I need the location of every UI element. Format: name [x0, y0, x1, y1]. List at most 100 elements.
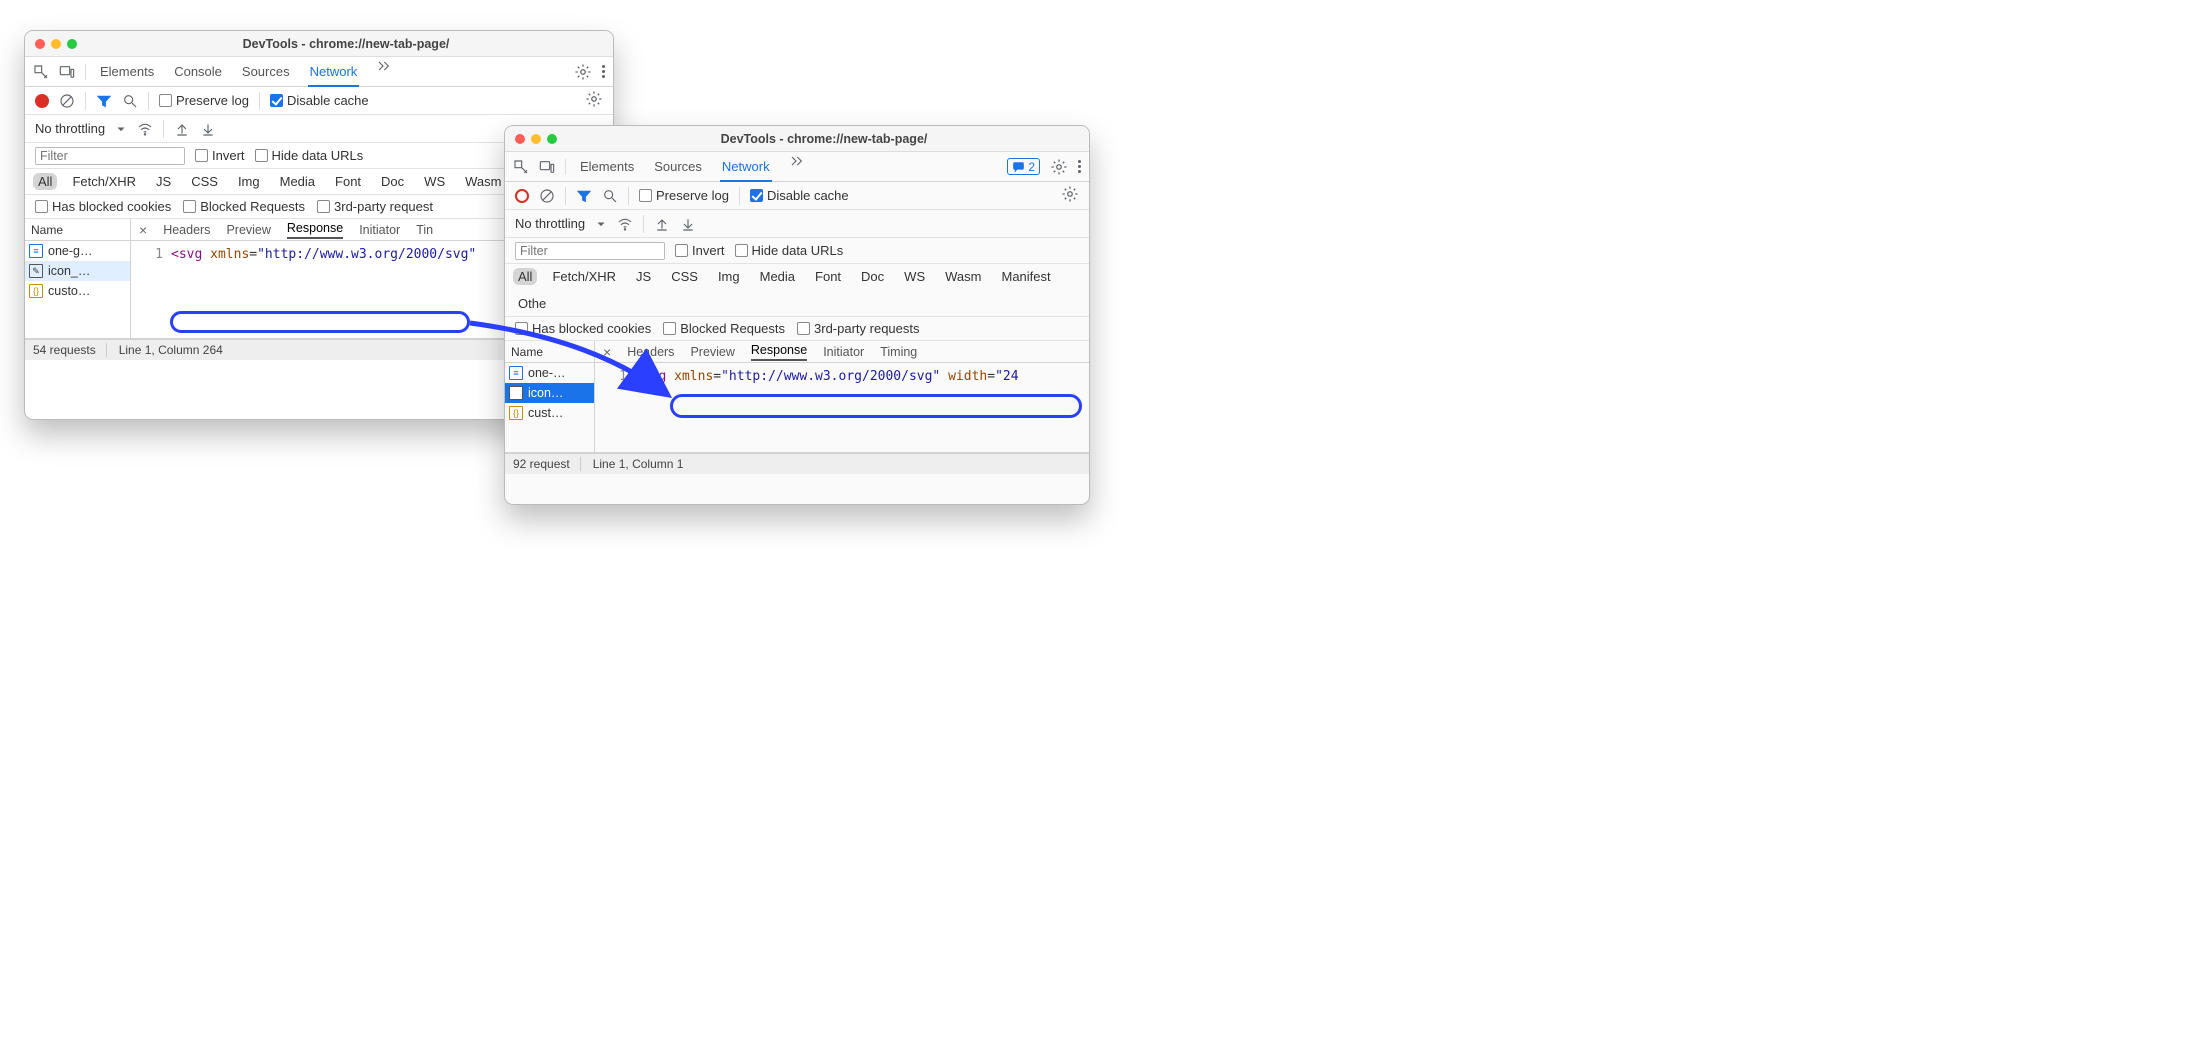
name-column-header[interactable]: Name	[25, 219, 130, 241]
tab-elements[interactable]: Elements	[578, 153, 636, 181]
close-details-icon[interactable]: ×	[139, 222, 147, 238]
issues-badge[interactable]: 2	[1007, 158, 1040, 175]
disable-cache-checkbox[interactable]: Disable cache	[270, 93, 369, 108]
inspect-icon[interactable]	[33, 64, 49, 80]
gear-icon[interactable]	[1050, 158, 1068, 176]
type-fetch-xhr[interactable]: Fetch/XHR	[67, 173, 141, 190]
table-row[interactable]: ✎icon…	[505, 383, 594, 403]
throttling-select[interactable]: No throttling	[35, 121, 105, 136]
tab-console[interactable]: Console	[172, 58, 224, 86]
caret-down-icon[interactable]	[595, 218, 607, 230]
close-icon[interactable]	[515, 134, 525, 144]
throttling-select[interactable]: No throttling	[515, 216, 585, 231]
download-icon[interactable]	[200, 121, 216, 137]
filter-icon[interactable]	[96, 93, 112, 109]
type-wasm[interactable]: Wasm	[460, 173, 506, 190]
tab-sources[interactable]: Sources	[652, 153, 704, 181]
disable-cache-checkbox[interactable]: Disable cache	[750, 188, 849, 203]
type-doc[interactable]: Doc	[376, 173, 409, 190]
close-details-icon[interactable]: ×	[603, 344, 611, 360]
zoom-icon[interactable]	[547, 134, 557, 144]
minimize-icon[interactable]	[51, 39, 61, 49]
search-icon[interactable]	[602, 188, 618, 204]
detail-tab-preview[interactable]: Preview	[226, 223, 270, 237]
close-icon[interactable]	[35, 39, 45, 49]
detail-tab-headers[interactable]: Headers	[163, 223, 210, 237]
device-toggle-icon[interactable]	[539, 159, 555, 175]
table-row[interactable]: ≡one-g…	[25, 241, 130, 261]
inspect-icon[interactable]	[513, 159, 529, 175]
tab-sources[interactable]: Sources	[240, 58, 292, 86]
type-manifest[interactable]: Manifest	[996, 268, 1055, 285]
name-column-header[interactable]: Name	[505, 341, 594, 363]
download-icon[interactable]	[680, 216, 696, 232]
wifi-icon[interactable]	[137, 121, 153, 137]
blocked-requests-checkbox[interactable]: Blocked Requests	[663, 321, 785, 336]
invert-checkbox[interactable]: Invert	[675, 243, 725, 258]
code-line[interactable]: <svg xmlns="http://www.w3.org/2000/svg" …	[635, 369, 1089, 384]
blocked-cookies-checkbox[interactable]: Has blocked cookies	[35, 199, 171, 214]
type-css[interactable]: CSS	[666, 268, 703, 285]
type-font[interactable]: Font	[810, 268, 846, 285]
thirdparty-checkbox[interactable]: 3rd-party requests	[797, 321, 920, 336]
preserve-log-checkbox[interactable]: Preserve log	[159, 93, 249, 108]
type-img[interactable]: Img	[233, 173, 265, 190]
filter-icon[interactable]	[576, 188, 592, 204]
clear-icon[interactable]	[59, 93, 75, 109]
detail-tab-response[interactable]: Response	[751, 343, 807, 361]
type-js[interactable]: JS	[151, 173, 176, 190]
blocked-requests-checkbox[interactable]: Blocked Requests	[183, 199, 305, 214]
filter-input[interactable]	[35, 147, 185, 165]
detail-tab-initiator[interactable]: Initiator	[823, 345, 864, 359]
table-row[interactable]: ✎icon_…	[25, 261, 130, 281]
preserve-log-checkbox[interactable]: Preserve log	[639, 188, 729, 203]
gear-icon[interactable]	[1061, 185, 1079, 203]
caret-down-icon[interactable]	[115, 123, 127, 135]
more-tabs-icon[interactable]	[375, 58, 391, 74]
more-tabs-icon[interactable]	[788, 153, 804, 169]
table-row[interactable]: {}cust…	[505, 403, 594, 423]
hide-data-urls-checkbox[interactable]: Hide data URLs	[735, 243, 844, 258]
gear-icon[interactable]	[585, 90, 603, 108]
device-toggle-icon[interactable]	[59, 64, 75, 80]
table-row[interactable]: {}custo…	[25, 281, 130, 301]
blocked-cookies-checkbox[interactable]: Has blocked cookies	[515, 321, 651, 336]
detail-tab-timing[interactable]: Tin	[416, 223, 433, 237]
table-row[interactable]: ≡one-…	[505, 363, 594, 383]
kebab-menu-icon[interactable]	[1078, 160, 1081, 173]
wifi-icon[interactable]	[617, 216, 633, 232]
clear-icon[interactable]	[539, 188, 555, 204]
gear-icon[interactable]	[574, 63, 592, 81]
record-icon[interactable]	[35, 94, 49, 108]
type-fetch-xhr[interactable]: Fetch/XHR	[547, 268, 621, 285]
type-all[interactable]: All	[513, 268, 537, 285]
type-ws[interactable]: WS	[419, 173, 450, 190]
detail-tab-timing[interactable]: Timing	[880, 345, 917, 359]
record-icon[interactable]	[515, 189, 529, 203]
thirdparty-checkbox[interactable]: 3rd-party request	[317, 199, 433, 214]
tab-elements[interactable]: Elements	[98, 58, 156, 86]
type-doc[interactable]: Doc	[856, 268, 889, 285]
zoom-icon[interactable]	[67, 39, 77, 49]
invert-checkbox[interactable]: Invert	[195, 148, 245, 163]
type-ws[interactable]: WS	[899, 268, 930, 285]
type-all[interactable]: All	[33, 173, 57, 190]
upload-icon[interactable]	[654, 216, 670, 232]
upload-icon[interactable]	[174, 121, 190, 137]
tab-network[interactable]: Network	[308, 58, 360, 87]
kebab-menu-icon[interactable]	[602, 65, 605, 78]
type-img[interactable]: Img	[713, 268, 745, 285]
tab-network[interactable]: Network	[720, 153, 772, 182]
filter-input[interactable]	[515, 242, 665, 260]
minimize-icon[interactable]	[531, 134, 541, 144]
type-css[interactable]: CSS	[186, 173, 223, 190]
type-js[interactable]: JS	[631, 268, 656, 285]
type-media[interactable]: Media	[755, 268, 800, 285]
search-icon[interactable]	[122, 93, 138, 109]
type-media[interactable]: Media	[275, 173, 320, 190]
detail-tab-preview[interactable]: Preview	[690, 345, 734, 359]
detail-tab-response[interactable]: Response	[287, 221, 343, 239]
detail-tab-initiator[interactable]: Initiator	[359, 223, 400, 237]
type-wasm[interactable]: Wasm	[940, 268, 986, 285]
detail-tab-headers[interactable]: Headers	[627, 345, 674, 359]
